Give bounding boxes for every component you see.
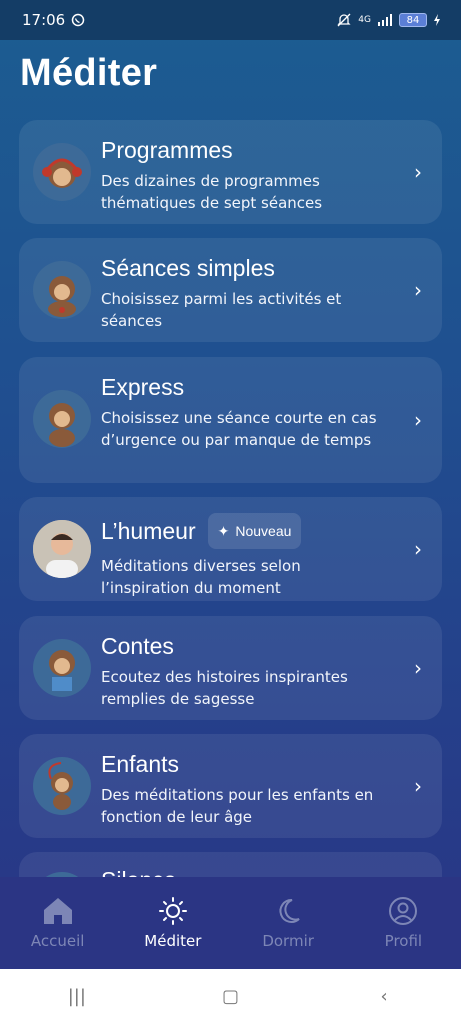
- monkey-reading-icon: [33, 639, 91, 697]
- sun-icon: [158, 897, 187, 925]
- monkey-hanging-icon: [33, 757, 91, 815]
- monkey-meditating-icon: [33, 261, 91, 319]
- card-title: Express: [101, 374, 185, 400]
- card-express[interactable]: Express Choisissez une séance courte en …: [19, 357, 442, 483]
- nav-accueil[interactable]: Accueil: [8, 896, 108, 950]
- battery-indicator: 84: [399, 13, 427, 27]
- nav-label: Accueil: [30, 932, 85, 950]
- card-description: Choisissez une séance courte en cas d’ur…: [101, 409, 377, 449]
- home-button-icon[interactable]: ▢: [210, 986, 250, 1007]
- moon-icon: [279, 898, 300, 923]
- nav-label: Profil: [384, 932, 423, 950]
- system-navigation-bar: ||| ▢ ‹: [0, 969, 461, 1024]
- card-seances-simples[interactable]: Séances simples Choisissez parmi les act…: [19, 238, 442, 342]
- sparkle-icon: ✦: [217, 523, 230, 539]
- card-title: L’humeur: [101, 518, 196, 544]
- card-enfants[interactable]: Enfants Des méditations pour les enfants…: [19, 734, 442, 838]
- status-time: 17:06: [22, 11, 66, 29]
- chevron-right-icon: ›: [414, 278, 422, 302]
- chevron-right-icon: ›: [414, 408, 422, 432]
- bottom-navigation: Accueil Méditer Dormir Profil: [0, 877, 461, 969]
- new-badge: ✦ Nouveau: [207, 513, 302, 549]
- card-title: Contes: [101, 633, 174, 659]
- card-description: Des méditations pour les enfants en fonc…: [101, 786, 374, 826]
- card-title: Enfants: [101, 751, 179, 777]
- chevron-right-icon: ›: [414, 774, 422, 798]
- chevron-right-icon: ›: [414, 537, 422, 561]
- charging-icon: [434, 14, 440, 26]
- signal-icon: [378, 14, 392, 26]
- bell-off-icon: [337, 13, 351, 27]
- recent-apps-icon[interactable]: |||: [57, 986, 97, 1007]
- network-type: 4G: [358, 15, 371, 25]
- nav-mediter[interactable]: Méditer: [123, 896, 223, 950]
- nav-label: Dormir: [262, 932, 314, 950]
- card-description: Ecoutez des histoires inspirantes rempli…: [101, 668, 348, 708]
- page-title: Méditer: [20, 52, 158, 94]
- nav-profil[interactable]: Profil: [353, 896, 453, 950]
- nav-label: Méditer: [144, 932, 202, 950]
- status-bar: 17:06 4G 84: [0, 0, 461, 40]
- card-description: Des dizaines de programmes thématiques d…: [101, 172, 323, 212]
- card-description: Choisissez parmi les activités et séance…: [101, 290, 342, 330]
- whatsapp-icon: [71, 13, 85, 27]
- person-photo-avatar: [33, 520, 91, 578]
- card-contes[interactable]: Contes Ecoutez des histoires inspirantes…: [19, 616, 442, 720]
- back-icon[interactable]: ‹: [364, 986, 404, 1007]
- badge-label: Nouveau: [235, 523, 292, 539]
- nav-dormir[interactable]: Dormir: [238, 896, 338, 950]
- card-description: Méditations diverses selon l’inspiration…: [101, 557, 301, 597]
- home-icon: [43, 898, 72, 924]
- card-title: Séances simples: [101, 255, 275, 281]
- monkey-sitting-icon: [33, 390, 91, 448]
- card-humeur[interactable]: L’humeur ✦ Nouveau Méditations diverses …: [19, 497, 442, 601]
- card-title: Programmes: [101, 137, 233, 163]
- user-icon: [389, 897, 418, 925]
- monkey-headphones-icon: [33, 143, 91, 201]
- chevron-right-icon: ›: [414, 160, 422, 184]
- card-programmes[interactable]: Programmes Des dizaines de programmes th…: [19, 120, 442, 224]
- chevron-right-icon: ›: [414, 656, 422, 680]
